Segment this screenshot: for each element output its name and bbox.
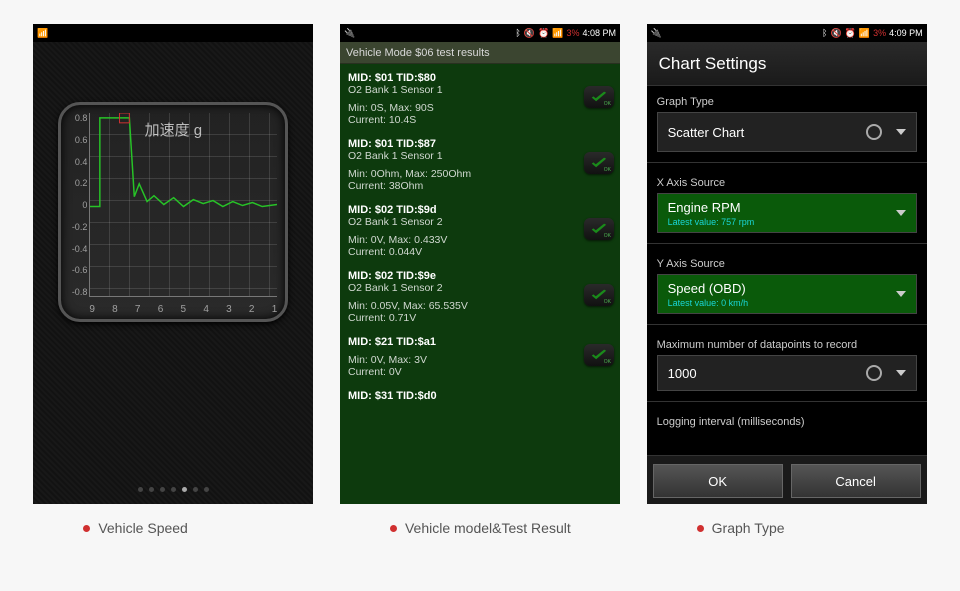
ok-badge: OK: [584, 344, 614, 366]
status-bar: 🔌 ᛒ 🔇 ⏰ 📶 3% 4:08 PM: [340, 24, 620, 42]
chevron-down-icon: [896, 210, 906, 216]
obd-icon: 🔌: [651, 28, 662, 39]
range-text: Min: 0V, Max: 0.433V: [348, 234, 612, 246]
mid-tid: MID: $02 TID:$9e: [348, 270, 612, 282]
mute-icon: 🔇: [830, 28, 841, 39]
test-result-item[interactable]: MID: $01 TID:$87O2 Bank 1 Sensor 1 Min: 0…: [340, 130, 620, 196]
test-result-item[interactable]: MID: $31 TID:$d0: [340, 382, 620, 406]
test-result-item[interactable]: MID: $01 TID:$80O2 Bank 1 Sensor 1 Min: 0…: [340, 64, 620, 130]
y-latest-value: Latest value: 0 km/h: [668, 298, 906, 308]
x-axis-select[interactable]: Engine RPM Latest value: 757 rpm: [657, 193, 917, 233]
radio-icon: [866, 365, 882, 381]
mid-tid: MID: $01 TID:$80: [348, 72, 612, 84]
ok-badge: OK: [584, 284, 614, 306]
cancel-button[interactable]: Cancel: [791, 464, 921, 498]
max-datapoints-input[interactable]: 1000: [657, 355, 917, 391]
max-datapoints-label: Maximum number of datapoints to record: [657, 339, 917, 351]
mid-tid: MID: $21 TID:$a1: [348, 336, 612, 348]
test-result-item[interactable]: MID: $02 TID:$9dO2 Bank 1 Sensor 2 Min: 0…: [340, 196, 620, 262]
mute-icon: 🔇: [524, 28, 535, 39]
sensor-name: O2 Bank 1 Sensor 1: [348, 84, 612, 96]
current-text: Current: 10.4S: [348, 114, 612, 126]
ok-button[interactable]: OK: [653, 464, 783, 498]
obd-icon: 🔌: [344, 28, 355, 39]
ok-badge: OK: [584, 86, 614, 108]
obd-icon: 📶: [37, 28, 47, 38]
radio-icon: [866, 124, 882, 140]
status-bar: 📶: [33, 24, 313, 42]
test-result-item[interactable]: MID: $21 TID:$a1 Min: 0V, Max: 3VCurrent:…: [340, 328, 620, 382]
phone-chart-settings: 🔌 ᛒ 🔇 ⏰ 📶 3% 4:09 PM Chart Settings Grap…: [647, 24, 927, 504]
phone-vehicle-speed: 📶 加速度 g 0.8 0.6 0.4 0.2 0 -0.2 -0.4 -0.6…: [33, 24, 313, 504]
dialog-title: Chart Settings: [647, 42, 927, 86]
phone-test-results: 🔌 ᛒ 🔇 ⏰ 📶 3% 4:08 PM Vehicle Mode $06 te…: [340, 24, 620, 504]
sensor-name: O2 Bank 1 Sensor 1: [348, 150, 612, 162]
clock: 4:09 PM: [889, 28, 923, 38]
mid-tid: MID: $02 TID:$9d: [348, 204, 612, 216]
y-axis-label: Y Axis Source: [657, 258, 917, 270]
current-text: Current: 0V: [348, 366, 612, 378]
chevron-down-icon: [896, 291, 906, 297]
mid-tid: MID: $01 TID:$87: [348, 138, 612, 150]
test-result-item[interactable]: MID: $02 TID:$9eO2 Bank 1 Sensor 2 Min: 0…: [340, 262, 620, 328]
page-indicator[interactable]: [33, 487, 313, 492]
dialog-buttons: OK Cancel: [647, 455, 927, 504]
caption-3: Graph Type: [647, 520, 927, 536]
current-text: Current: 0.044V: [348, 246, 612, 258]
test-results-list[interactable]: MID: $01 TID:$80O2 Bank 1 Sensor 1Min: 0…: [340, 64, 620, 504]
chevron-down-icon: [896, 129, 906, 135]
ok-badge: OK: [584, 218, 614, 240]
graph-type-select[interactable]: Scatter Chart: [657, 112, 917, 152]
ok-badge: OK: [584, 152, 614, 174]
chart-screen: 加速度 g 0.8 0.6 0.4 0.2 0 -0.2 -0.4 -0.6 -…: [33, 42, 313, 504]
y-axis-select[interactable]: Speed (OBD) Latest value: 0 km/h: [657, 274, 917, 314]
screen-title: Vehicle Mode $06 test results: [340, 42, 620, 64]
signal-icon: 📶: [552, 28, 563, 39]
signal-icon: 📶: [859, 28, 870, 39]
alarm-icon: ⏰: [538, 28, 549, 39]
bluetooth-icon: ᛒ: [822, 28, 827, 38]
graph-type-label: Graph Type: [657, 96, 917, 108]
chart-frame: 加速度 g 0.8 0.6 0.4 0.2 0 -0.2 -0.4 -0.6 -…: [58, 102, 288, 322]
alarm-icon: ⏰: [845, 28, 856, 39]
caption-2: Vehicle model&Test Result: [340, 520, 620, 536]
acceleration-line: [90, 118, 277, 207]
captions-row: Vehicle Speed Vehicle model&Test Result …: [0, 510, 960, 556]
range-text: Min: 0V, Max: 3V: [348, 354, 612, 366]
battery-percent: 3%: [566, 28, 579, 38]
sensor-name: O2 Bank 1 Sensor 2: [348, 216, 612, 228]
y-axis-labels: 0.8 0.6 0.4 0.2 0 -0.2 -0.4 -0.6 -0.8: [63, 113, 87, 297]
range-text: Min: 0S, Max: 90S: [348, 102, 612, 114]
chevron-down-icon: [896, 370, 906, 376]
caption-1: Vehicle Speed: [33, 520, 313, 536]
x-axis-labels: 9 8 7 6 5 4 3 2 1: [89, 304, 277, 315]
chart-plot-area: [89, 113, 277, 297]
clock: 4:08 PM: [582, 28, 616, 38]
current-text: Current: 0.71V: [348, 312, 612, 324]
mid-tid: MID: $31 TID:$d0: [348, 390, 612, 402]
current-text: Current: 38Ohm: [348, 180, 612, 192]
interval-label: Logging interval (milliseconds): [657, 416, 917, 428]
sensor-name: O2 Bank 1 Sensor 2: [348, 282, 612, 294]
bluetooth-icon: ᛒ: [515, 28, 520, 38]
x-latest-value: Latest value: 757 rpm: [668, 217, 906, 227]
range-text: Min: 0Ohm, Max: 250Ohm: [348, 168, 612, 180]
status-bar: 🔌 ᛒ 🔇 ⏰ 📶 3% 4:09 PM: [647, 24, 927, 42]
battery-percent: 3%: [873, 28, 886, 38]
range-text: Min: 0.05V, Max: 65.535V: [348, 300, 612, 312]
x-axis-label: X Axis Source: [657, 177, 917, 189]
